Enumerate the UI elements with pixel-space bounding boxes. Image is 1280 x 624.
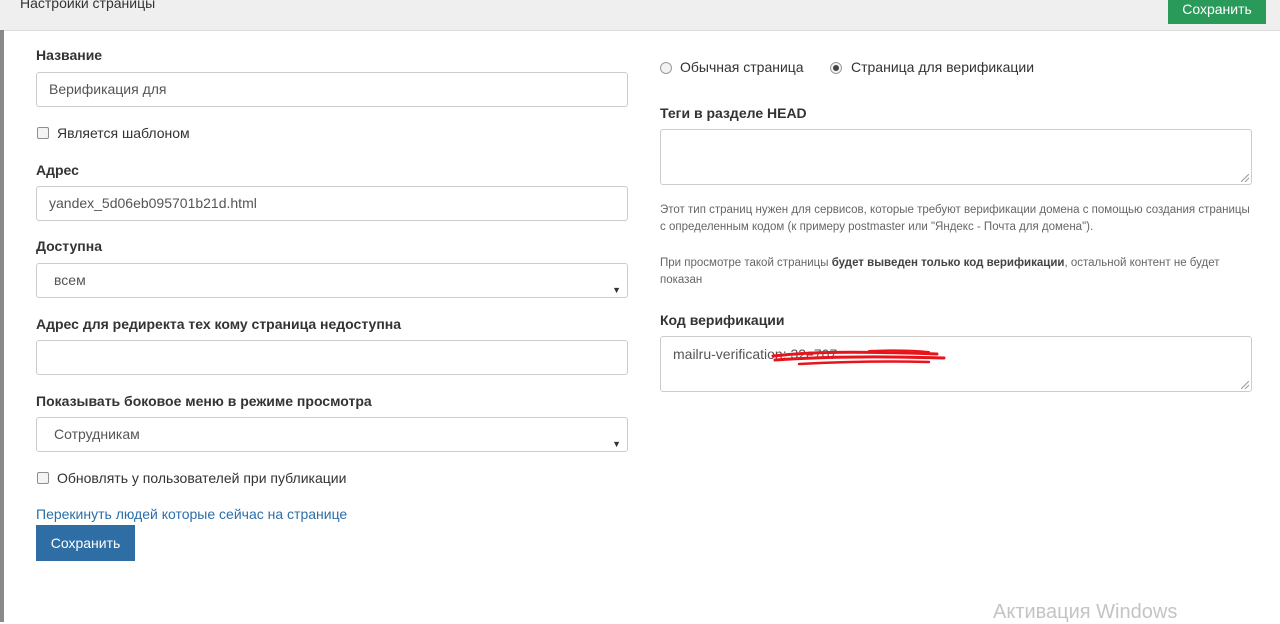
name-input[interactable]: Верификация для (36, 72, 628, 107)
is-template-checkbox[interactable] (37, 127, 49, 139)
address-input[interactable]: yandex_5d06eb095701b21d.html (36, 186, 628, 221)
code-label: Код верификации (660, 312, 785, 328)
verification-help-note: При просмотре такой страницы будет вывед… (660, 255, 1240, 289)
is-template-label: Является шаблоном (57, 125, 190, 141)
available-select[interactable]: всем ▼ (36, 263, 628, 298)
radio-verification-page[interactable] (830, 62, 842, 74)
sidebar-label: Показывать боковое меню в режиме просмот… (36, 393, 372, 409)
update-users-label: Обновлять у пользователей при публикации (57, 470, 347, 486)
sidebar-select-value: Сотрудникам (54, 426, 140, 442)
windows-activation-watermark: Активация Windows (993, 601, 1178, 623)
head-tags-textarea[interactable] (660, 129, 1252, 185)
resize-grip-icon[interactable] (1241, 381, 1249, 389)
kick-users-link[interactable]: Перекинуть людей которые сейчас на стран… (36, 506, 347, 522)
update-users-checkbox[interactable] (37, 472, 49, 484)
sidebar-select[interactable]: Сотрудникам ▼ (36, 417, 628, 452)
modal-header: Настройки страницы Сохранить (0, 0, 1280, 31)
chevron-down-icon: ▼ (612, 285, 621, 295)
redirect-input[interactable] (36, 340, 628, 375)
head-tags-label: Теги в разделе HEAD (660, 105, 807, 121)
radio-normal-label: Обычная страница (680, 59, 804, 75)
name-input-value: Верификация для (49, 81, 167, 97)
help-note-start: При просмотре такой страницы (660, 257, 832, 269)
address-input-value: yandex_5d06eb095701b21d.html (49, 195, 257, 211)
verification-help-text: Этот тип страниц нужен для сервисов, кот… (660, 204, 1250, 233)
code-textarea[interactable]: mailru-verification: 32e707 (660, 336, 1252, 392)
radio-normal-page[interactable] (660, 62, 672, 74)
modal-title: Настройки страницы (20, 0, 156, 11)
redirect-label: Адрес для редиректа тех кому страница не… (36, 316, 402, 332)
name-label: Название (36, 47, 103, 63)
header-save-button[interactable]: Сохранить (1168, 0, 1266, 24)
chevron-down-icon: ▼ (612, 439, 621, 449)
address-label: Адрес (36, 162, 79, 178)
available-select-value: всем (54, 272, 86, 288)
resize-grip-icon[interactable] (1241, 174, 1249, 182)
radio-verification-label: Страница для верификации (851, 59, 1035, 75)
help-note-bold: будет выведен только код верификации (831, 257, 1065, 269)
window-edge (0, 30, 4, 622)
available-label: Доступна (36, 238, 102, 254)
save-button[interactable]: Сохранить (36, 525, 135, 561)
redaction-scribble (771, 349, 946, 366)
